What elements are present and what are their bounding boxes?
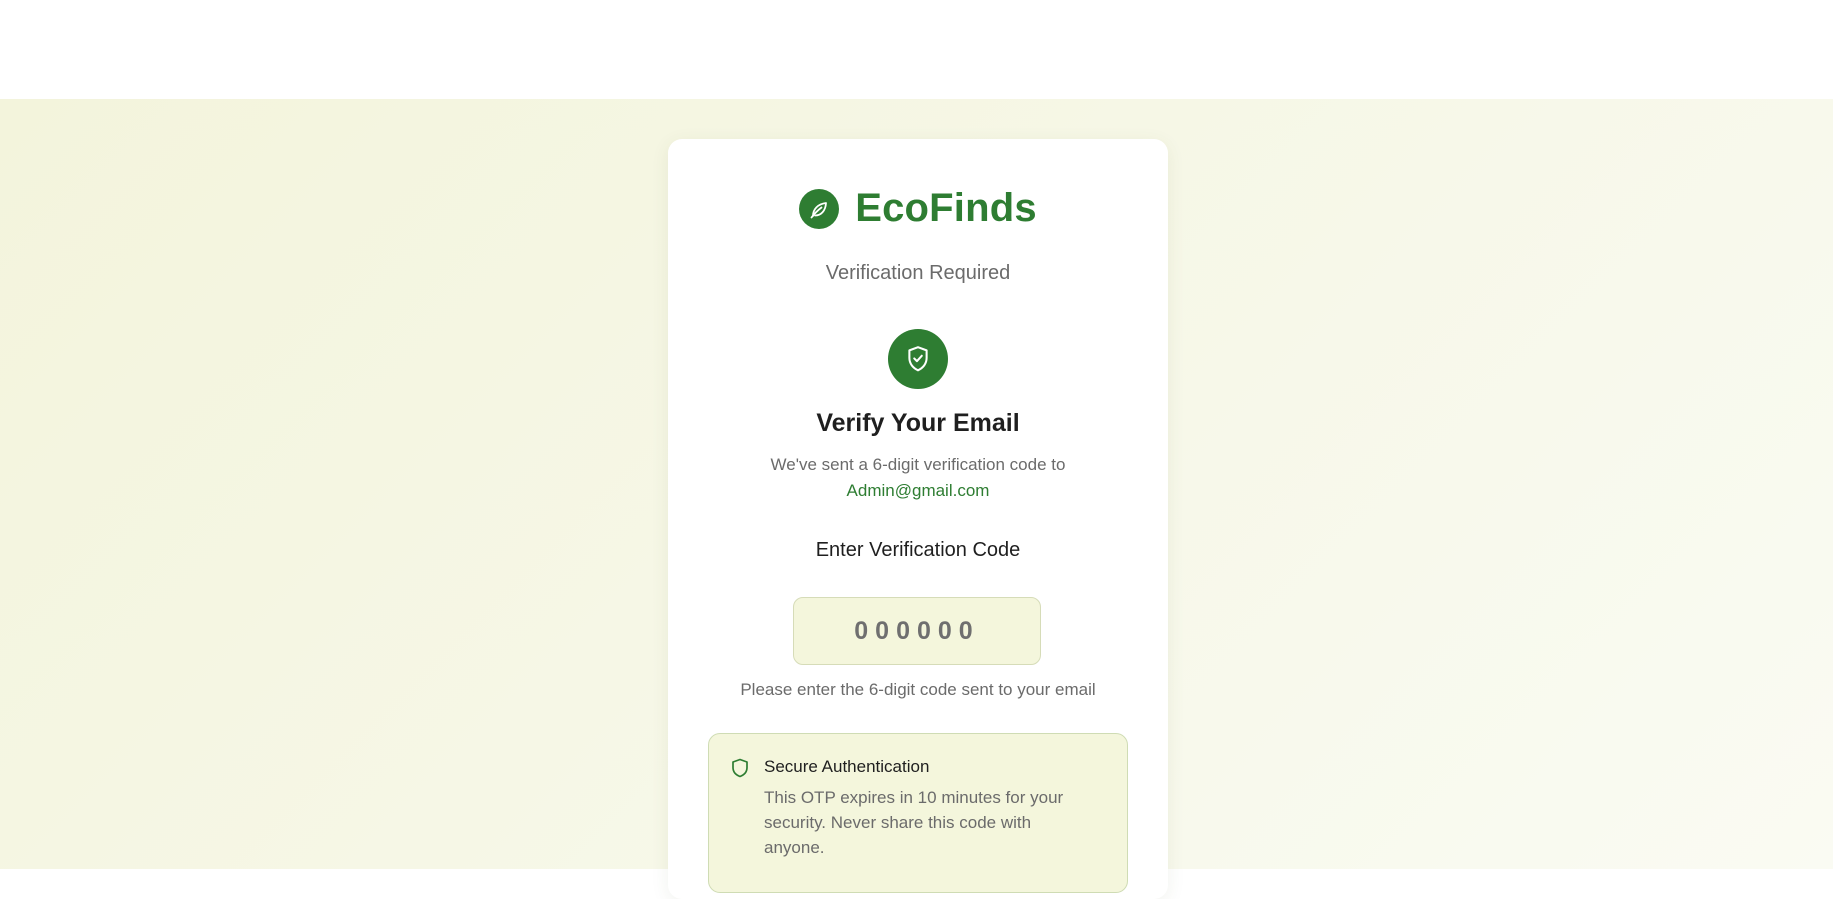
brand-name: EcoFinds	[855, 186, 1037, 230]
top-bar	[0, 0, 1833, 99]
shield-icon	[731, 758, 749, 778]
info-title: Secure Authentication	[764, 757, 930, 776]
brand: EcoFinds	[668, 186, 1168, 231]
sent-description: We've sent a 6-digit verification code t…	[770, 455, 1066, 474]
recipient-email: Admin@gmail.com	[846, 481, 990, 500]
page-subtitle: Verification Required	[825, 262, 1011, 284]
code-hint: Please enter the 6-digit code sent to yo…	[740, 680, 1096, 699]
info-text: This OTP expires in 10 minutes for your …	[764, 788, 1064, 857]
otp-input[interactable]	[793, 597, 1041, 665]
verify-title: Verify Your Email	[816, 409, 1020, 437]
shield-check-icon	[888, 329, 948, 389]
leaf-icon	[799, 188, 840, 229]
code-label: Enter Verification Code	[815, 539, 1021, 561]
verification-card: EcoFinds Verification Required Verify Yo…	[668, 139, 1168, 899]
security-info-box: Secure Authentication This OTP expires i…	[708, 733, 1128, 893]
